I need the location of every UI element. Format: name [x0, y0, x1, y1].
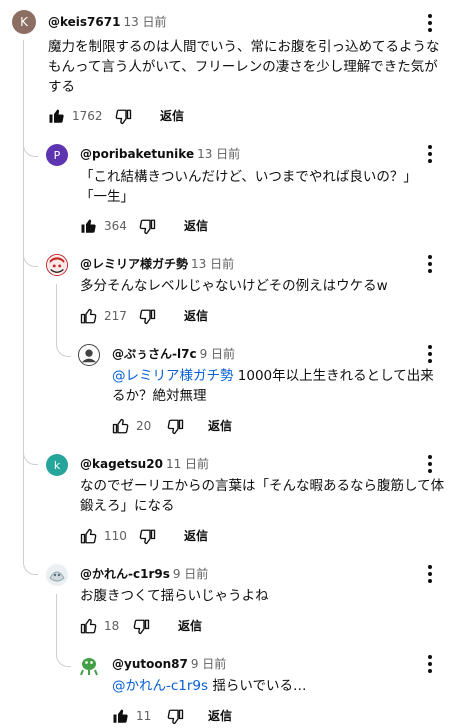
like-count: 217	[104, 309, 127, 323]
thread-hook	[23, 446, 38, 465]
comment-text: @かれん-c1r9s 揺らいでいる…	[112, 676, 446, 696]
thumbs-down-icon[interactable]	[132, 618, 150, 636]
comment-author[interactable]: @かれん-c1r9s	[80, 567, 170, 581]
comment-actions: 11 返信	[112, 706, 312, 726]
thumbs-down-icon[interactable]	[138, 528, 156, 546]
comment-author[interactable]: @kagetsu20	[80, 457, 163, 471]
reply-button[interactable]: 返信	[184, 306, 208, 326]
comment-time[interactable]: 13 日前	[197, 147, 240, 161]
character-avatar-icon	[49, 571, 65, 582]
more-vertical-icon[interactable]	[423, 144, 437, 164]
avatar[interactable]	[46, 564, 68, 586]
comment-actions: 1762 返信	[48, 106, 248, 126]
like-count: 364	[104, 219, 127, 233]
thumbs-up-icon[interactable]	[80, 527, 98, 545]
like-count: 20	[136, 419, 152, 433]
more-vertical-icon[interactable]	[423, 454, 437, 474]
avatar[interactable]: k	[46, 454, 68, 476]
like-count: 18	[104, 619, 120, 633]
thumbs-up-icon[interactable]	[48, 107, 66, 125]
comment-time[interactable]: 13 日前	[123, 15, 166, 29]
thread-line	[56, 284, 57, 338]
avatar-letter: k	[53, 458, 61, 472]
character-avatar-icon	[47, 255, 67, 275]
comment-text: 魔力を制限するのは人間でいう、常にお腹を引っ込めてるようなもんって言う人がいて、…	[48, 39, 440, 95]
avatar[interactable]: K	[12, 10, 36, 34]
comment-text: お腹きつくて揺らいじゃうよね	[80, 588, 269, 604]
reply-button[interactable]: 返信	[178, 616, 202, 636]
comment-author[interactable]: @poribaketunike	[80, 147, 194, 161]
comment-header: @keis7671 13 日前	[48, 14, 167, 30]
thumbs-down-icon[interactable]	[166, 418, 184, 436]
comment-actions: 20 返信	[112, 416, 312, 436]
comment-author[interactable]: @ぷぅさん-l7c	[112, 347, 197, 361]
comment-header: @ぷぅさん-l7c 9 日前	[112, 346, 235, 362]
thumbs-up-icon[interactable]	[80, 617, 98, 635]
reply-button[interactable]: 返信	[208, 416, 232, 436]
comment-header: @kagetsu20 11 日前	[80, 456, 209, 472]
more-vertical-icon[interactable]	[423, 564, 437, 584]
reply-button[interactable]: 返信	[184, 216, 208, 236]
thumbs-up-icon[interactable]	[80, 217, 98, 235]
comment-text: 多分そんなレベルじゃないけどその例えはウケるw	[80, 278, 388, 294]
reply-button[interactable]: 返信	[160, 106, 184, 126]
comment-time[interactable]: 9 日前	[200, 347, 235, 361]
comment-author[interactable]: @yutoon87	[112, 657, 188, 671]
more-vertical-icon[interactable]	[423, 654, 437, 674]
character-avatar-icon	[79, 345, 99, 365]
thread-hook	[23, 248, 38, 267]
mention-link[interactable]: @かれん-c1r9s	[112, 678, 208, 694]
comment-text: @レミリア様ガチ勢 1000年以上生きれるとして出来るか？絶対無理	[112, 366, 446, 406]
thread-line	[56, 594, 57, 648]
thumbs-down-icon[interactable]	[138, 308, 156, 326]
thumbs-up-icon[interactable]	[112, 417, 130, 435]
thread-hook	[56, 648, 71, 667]
comment-text: なのでゼーリエからの言葉は「そんな暇あるなら腹筋して体鍛えろ」になる	[80, 478, 445, 514]
like-count: 110	[104, 529, 127, 543]
mention-link[interactable]: @レミリア様ガチ勢	[112, 368, 234, 384]
character-avatar-icon	[80, 658, 98, 676]
avatar[interactable]	[46, 254, 68, 276]
thread-line	[23, 40, 24, 562]
thread-hook	[23, 138, 38, 157]
comment-header: @poribaketunike 13 日前	[80, 146, 240, 162]
comment-actions: 18 返信	[80, 616, 280, 636]
reply-button[interactable]: 返信	[184, 526, 208, 546]
avatar[interactable]	[78, 344, 100, 366]
comment-header: @yutoon87 9 日前	[112, 656, 226, 672]
thumbs-up-icon[interactable]	[112, 707, 130, 725]
comment-time[interactable]: 9 日前	[191, 657, 226, 671]
comment-author[interactable]: @レミリア様ガチ勢	[80, 257, 188, 271]
comment-time[interactable]: 9 日前	[173, 567, 208, 581]
comment-header: @レミリア様ガチ勢 13 日前	[80, 256, 234, 272]
thread-hook	[56, 338, 71, 357]
avatar[interactable]: P	[46, 144, 68, 166]
comment-actions: 364 返信	[80, 216, 280, 236]
avatar[interactable]	[78, 654, 100, 676]
comment-text-content: 揺らいでいる…	[208, 678, 307, 694]
comment-text: 「これ結構きついんだけど、いつまでやれば良いの？」 「一生」	[80, 169, 417, 205]
thumbs-down-icon[interactable]	[166, 708, 184, 726]
more-vertical-icon[interactable]	[423, 13, 437, 33]
thread-hook	[23, 556, 38, 575]
thumbs-up-icon[interactable]	[80, 307, 98, 325]
comment-time[interactable]: 13 日前	[191, 257, 234, 271]
reply-button[interactable]: 返信	[208, 706, 232, 726]
comment-author[interactable]: @keis7671	[48, 15, 120, 29]
comment-time[interactable]: 11 日前	[166, 457, 209, 471]
like-count: 11	[136, 709, 152, 723]
thumbs-down-icon[interactable]	[138, 218, 156, 236]
avatar-letter: K	[20, 15, 28, 29]
comment-actions: 217 返信	[80, 306, 280, 326]
avatar-letter: P	[53, 148, 61, 162]
thumbs-down-icon[interactable]	[114, 108, 132, 126]
comment-actions: 110 返信	[80, 526, 280, 546]
more-vertical-icon[interactable]	[423, 254, 437, 274]
comment-header: @かれん-c1r9s 9 日前	[80, 566, 208, 582]
like-count: 1762	[72, 109, 103, 123]
more-vertical-icon[interactable]	[423, 344, 437, 364]
